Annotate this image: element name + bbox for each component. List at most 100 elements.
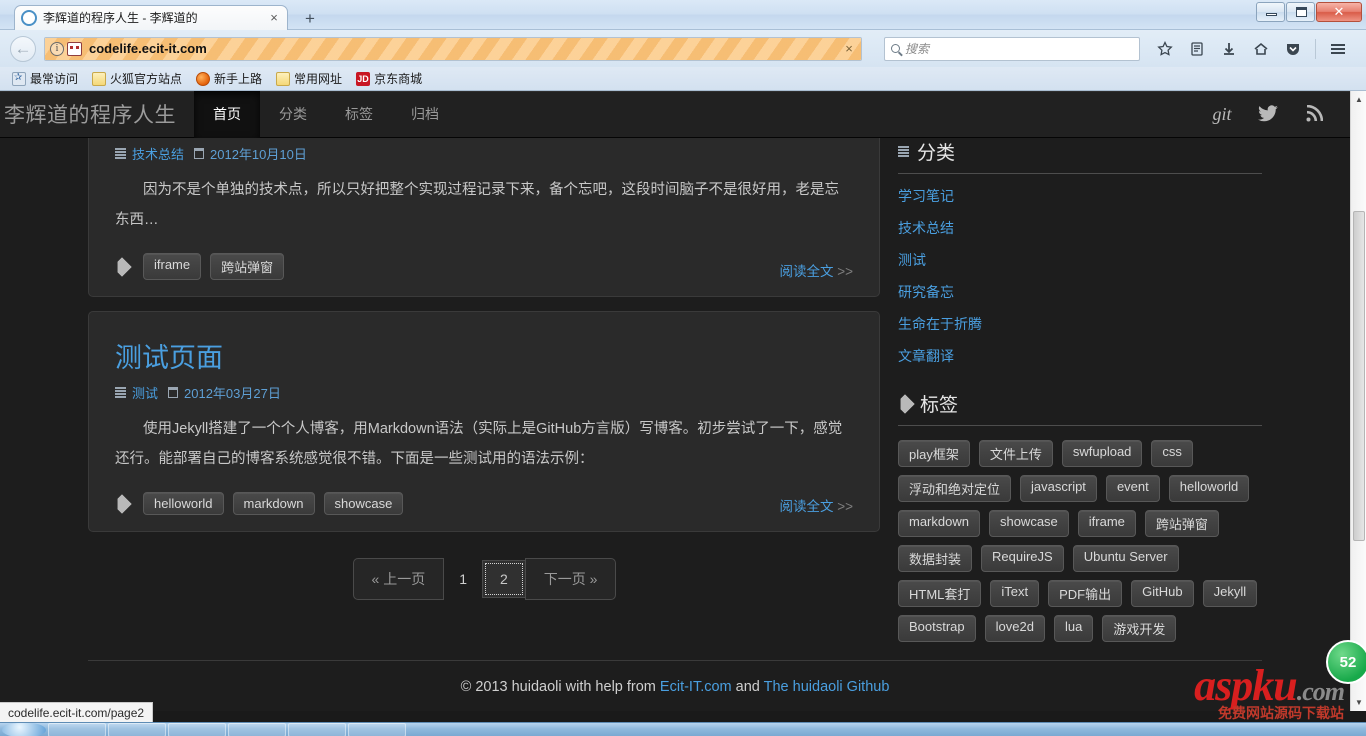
- start-button[interactable]: [2, 723, 46, 736]
- sidebar-tag[interactable]: 数据封装: [898, 545, 972, 572]
- sidebar-tag[interactable]: iText: [990, 580, 1039, 607]
- category-link[interactable]: 生命在于折腾: [898, 308, 1262, 340]
- download-icon[interactable]: [1214, 35, 1244, 63]
- sidebar-tag[interactable]: 文件上传: [979, 440, 1053, 467]
- nav-item-archive[interactable]: 归档: [392, 91, 458, 138]
- footer-and: and: [736, 679, 760, 695]
- maximize-button[interactable]: [1286, 2, 1315, 22]
- category-link[interactable]: 技术总结: [898, 212, 1262, 244]
- page-viewport: 李辉道的程序人生 首页 分类 标签 归档 git: [0, 91, 1366, 711]
- bookmark-label: 火狐官方站点: [110, 70, 182, 87]
- site-info-icon[interactable]: i: [50, 42, 64, 56]
- taskbar-item[interactable]: [228, 723, 286, 736]
- taskbar-item[interactable]: [168, 723, 226, 736]
- sidebar-tag[interactable]: Bootstrap: [898, 615, 976, 642]
- post-category-link[interactable]: 技术总结: [132, 144, 184, 163]
- close-window-button[interactable]: ✕: [1316, 2, 1362, 22]
- git-icon[interactable]: git: [1202, 91, 1242, 138]
- sidebar-tag[interactable]: Ubuntu Server: [1073, 545, 1179, 572]
- browser-window: 李辉道的程序人生 - 李辉道的 × + ✕ ← i codelife.ecit-…: [0, 0, 1366, 736]
- nav-item-categories[interactable]: 分类: [260, 91, 326, 138]
- reader-icon[interactable]: [1182, 35, 1212, 63]
- taskbar-item[interactable]: [348, 723, 406, 736]
- sidebar-tag[interactable]: HTML套打: [898, 580, 981, 607]
- pocket-icon[interactable]: [1278, 35, 1308, 63]
- twitter-icon[interactable]: [1248, 91, 1288, 138]
- site-brand[interactable]: 李辉道的程序人生: [0, 99, 194, 129]
- pagination-prev[interactable]: « 上一页: [353, 558, 445, 600]
- bookmark-label: 京东商城: [374, 70, 422, 87]
- pagination-next[interactable]: 下一页 »: [525, 558, 617, 600]
- site-nav: 首页 分类 标签 归档: [194, 91, 458, 138]
- pagination-page-2[interactable]: 2: [482, 560, 526, 598]
- sidebar-tag[interactable]: love2d: [985, 615, 1045, 642]
- scroll-down-icon[interactable]: ▼: [1351, 694, 1366, 711]
- bookmark-getting-started[interactable]: 新手上路: [190, 69, 268, 88]
- minimize-button[interactable]: [1256, 2, 1285, 22]
- url-bar[interactable]: i codelife.ecit-it.com ×: [44, 37, 862, 61]
- sidebar-tag[interactable]: showcase: [989, 510, 1069, 537]
- sidebar-tag[interactable]: GitHub: [1131, 580, 1193, 607]
- bookmark-star-icon[interactable]: [1150, 35, 1180, 63]
- scrollbar-thumb[interactable]: [1353, 211, 1365, 541]
- footer-link-github[interactable]: The huidaoli Github: [764, 679, 890, 695]
- vertical-scrollbar[interactable]: ▲ ▼: [1350, 91, 1366, 711]
- sidebar-tag[interactable]: PDF输出: [1048, 580, 1122, 607]
- taskbar-item[interactable]: [48, 723, 106, 736]
- sidebar-tag[interactable]: RequireJS: [981, 545, 1064, 572]
- bookmark-common-sites[interactable]: 常用网址: [270, 69, 348, 88]
- sidebar-tag[interactable]: swfupload: [1062, 440, 1143, 467]
- close-icon[interactable]: ×: [267, 11, 281, 25]
- rss-icon[interactable]: [1294, 91, 1334, 138]
- sidebar-tag[interactable]: 跨站弹窗: [1145, 510, 1219, 537]
- browser-tab[interactable]: 李辉道的程序人生 - 李辉道的 ×: [14, 5, 288, 30]
- post-tag[interactable]: showcase: [324, 492, 404, 515]
- bookmark-most-visited[interactable]: 最常访问: [6, 69, 84, 88]
- title-bar: 李辉道的程序人生 - 李辉道的 × + ✕: [0, 0, 1366, 30]
- sidebar-tag[interactable]: Jekyll: [1203, 580, 1258, 607]
- back-button[interactable]: ←: [8, 34, 38, 64]
- nav-item-tags[interactable]: 标签: [326, 91, 392, 138]
- category-link[interactable]: 测试: [898, 244, 1262, 276]
- bookmark-jd[interactable]: JD 京东商城: [350, 69, 428, 88]
- category-link[interactable]: 研究备忘: [898, 276, 1262, 308]
- sidebar-tag[interactable]: javascript: [1020, 475, 1097, 502]
- url-bar-icons: i: [45, 42, 82, 56]
- menu-icon[interactable]: [1323, 35, 1353, 63]
- new-tab-button[interactable]: +: [296, 8, 324, 30]
- sidebar-tag[interactable]: css: [1151, 440, 1193, 467]
- social-links: git: [1202, 91, 1350, 138]
- category-link[interactable]: 文章翻译: [898, 340, 1262, 372]
- stop-loading-button[interactable]: ×: [838, 38, 860, 60]
- search-input[interactable]: 搜索: [905, 40, 929, 57]
- list-icon: [898, 146, 909, 157]
- home-icon[interactable]: [1246, 35, 1276, 63]
- taskbar-item[interactable]: [288, 723, 346, 736]
- post-tag[interactable]: helloworld: [143, 492, 224, 515]
- scroll-up-icon[interactable]: ▲: [1351, 91, 1366, 108]
- sidebar-tag[interactable]: 浮动和绝对定位: [898, 475, 1011, 502]
- footer-link-ecit[interactable]: Ecit-IT.com: [660, 679, 732, 695]
- category-link[interactable]: 学习笔记: [898, 180, 1262, 212]
- read-more-link[interactable]: 阅读全文 >>: [779, 495, 853, 515]
- sidebar-tag[interactable]: play框架: [898, 440, 970, 467]
- search-bar[interactable]: 搜索: [884, 37, 1140, 61]
- nav-item-home[interactable]: 首页: [194, 91, 260, 138]
- sidebar-tag[interactable]: helloworld: [1169, 475, 1250, 502]
- floating-badge[interactable]: 52: [1326, 640, 1366, 684]
- post-tag[interactable]: 跨站弹窗: [210, 253, 284, 280]
- sidebar-tag[interactable]: iframe: [1078, 510, 1136, 537]
- taskbar-item[interactable]: [108, 723, 166, 736]
- post-tag[interactable]: iframe: [143, 253, 201, 280]
- sidebar-tag[interactable]: markdown: [898, 510, 980, 537]
- sidebar-tag[interactable]: lua: [1054, 615, 1093, 642]
- read-more-link[interactable]: 阅读全文 >>: [779, 260, 853, 280]
- jd-icon: JD: [356, 72, 370, 86]
- sidebar-tag[interactable]: 游戏开发: [1102, 615, 1176, 642]
- post-title[interactable]: 测试页面: [115, 336, 853, 375]
- sidebar-tag[interactable]: event: [1106, 475, 1160, 502]
- post-tag[interactable]: markdown: [233, 492, 315, 515]
- post-category-link[interactable]: 测试: [132, 383, 158, 402]
- pagination-page-1[interactable]: 1: [443, 561, 483, 597]
- bookmark-firefox-site[interactable]: 火狐官方站点: [86, 69, 188, 88]
